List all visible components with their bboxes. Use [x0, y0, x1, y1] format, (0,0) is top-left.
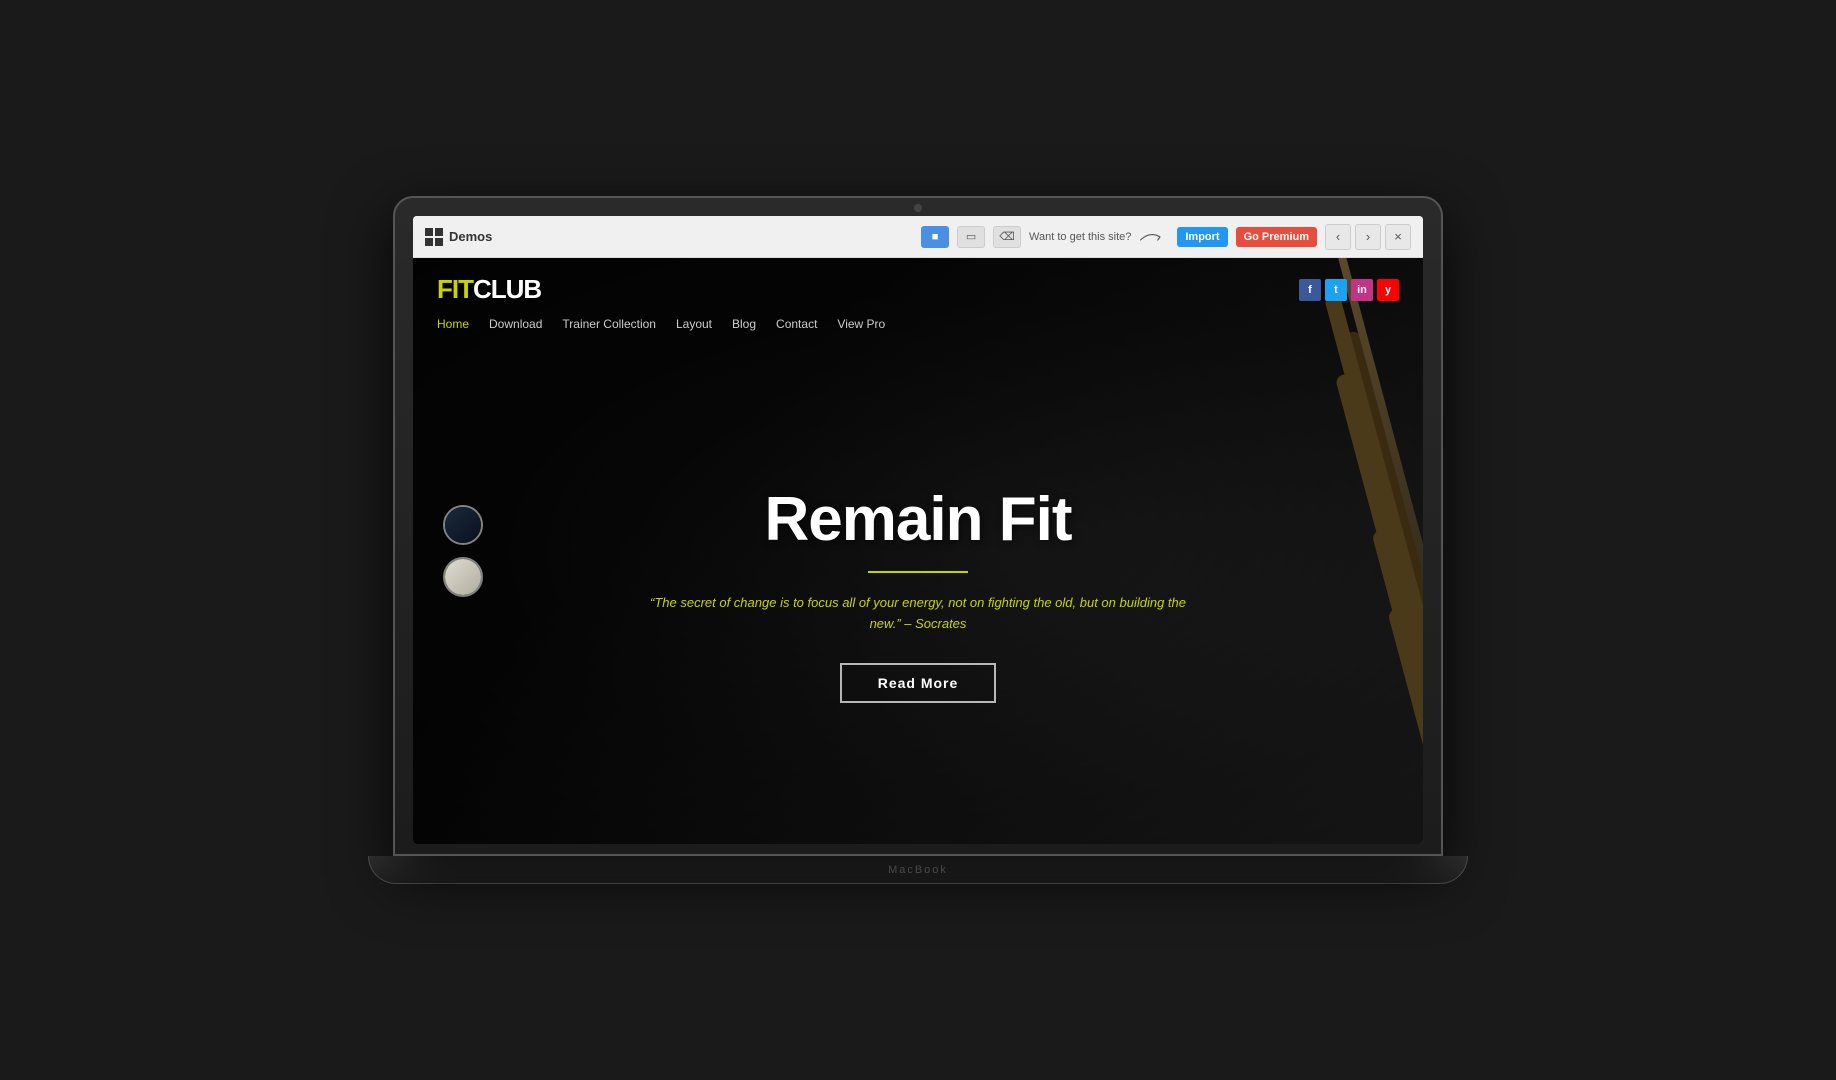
arrow-icon [1139, 227, 1169, 247]
laptop-camera [914, 204, 922, 212]
twitter-icon[interactable]: t [1325, 279, 1347, 301]
nav-layout[interactable]: Layout [676, 317, 712, 331]
laptop-body: Demos ■ ▭ ⌫ Want to get this site? Impor… [393, 196, 1443, 856]
slide-indicators [443, 505, 483, 597]
demos-logo: Demos [425, 228, 492, 246]
nav-trainer-collection[interactable]: Trainer Collection [562, 317, 656, 331]
site-header: FITCLUB f t in y [413, 258, 1423, 305]
site-logo: FITCLUB [437, 274, 541, 305]
instagram-icon[interactable]: in [1351, 279, 1373, 301]
forward-arrow-button[interactable]: › [1355, 224, 1381, 250]
nav-blog[interactable]: Blog [732, 317, 756, 331]
slide-dot-1[interactable] [443, 505, 483, 545]
logo-fit: FIT [437, 274, 473, 304]
mobile-view-button[interactable]: ⌫ [993, 226, 1021, 248]
hero-section: FITCLUB f t in y Home D [413, 258, 1423, 844]
back-arrow-button[interactable]: ‹ [1325, 224, 1351, 250]
hero-divider [868, 571, 968, 573]
social-icons: f t in y [1299, 279, 1399, 301]
logo-club: CLUB [473, 274, 541, 304]
browser-nav-arrows: ‹ › × [1325, 224, 1411, 250]
website-content: FITCLUB f t in y Home D [413, 258, 1423, 844]
close-button[interactable]: × [1385, 224, 1411, 250]
macbook-label: MacBook [888, 864, 948, 876]
laptop-base: MacBook [368, 856, 1468, 884]
laptop-screen: Demos ■ ▭ ⌫ Want to get this site? Impor… [413, 216, 1423, 844]
browser-bar: Demos ■ ▭ ⌫ Want to get this site? Impor… [413, 216, 1423, 258]
nav-view-pro[interactable]: View Pro [837, 317, 885, 331]
browser-device-icons: ■ ▭ ⌫ Want to get this site? Import Go P… [921, 224, 1411, 250]
tablet-view-button[interactable]: ▭ [957, 226, 985, 248]
slide-dot-2[interactable] [443, 557, 483, 597]
nav-home[interactable]: Home [437, 317, 469, 331]
nav-download[interactable]: Download [489, 317, 542, 331]
hero-title: Remain Fit [765, 484, 1072, 555]
hero-quote: “The secret of change is to focus all of… [638, 593, 1198, 635]
import-button[interactable]: Import [1177, 227, 1227, 247]
read-more-button[interactable]: Read More [840, 663, 997, 703]
site-nav: Home Download Trainer Collection Layout … [413, 305, 1423, 343]
hero-center: Remain Fit “The secret of change is to f… [413, 343, 1423, 844]
desktop-view-button[interactable]: ■ [921, 226, 949, 248]
demos-grid-icon [425, 228, 443, 246]
nav-contact[interactable]: Contact [776, 317, 817, 331]
laptop-wrapper: Demos ■ ▭ ⌫ Want to get this site? Impor… [368, 180, 1468, 900]
demos-label: Demos [449, 229, 492, 244]
want-text: Want to get this site? [1029, 231, 1131, 243]
premium-button[interactable]: Go Premium [1236, 227, 1317, 247]
youtube-icon[interactable]: y [1377, 279, 1399, 301]
facebook-icon[interactable]: f [1299, 279, 1321, 301]
